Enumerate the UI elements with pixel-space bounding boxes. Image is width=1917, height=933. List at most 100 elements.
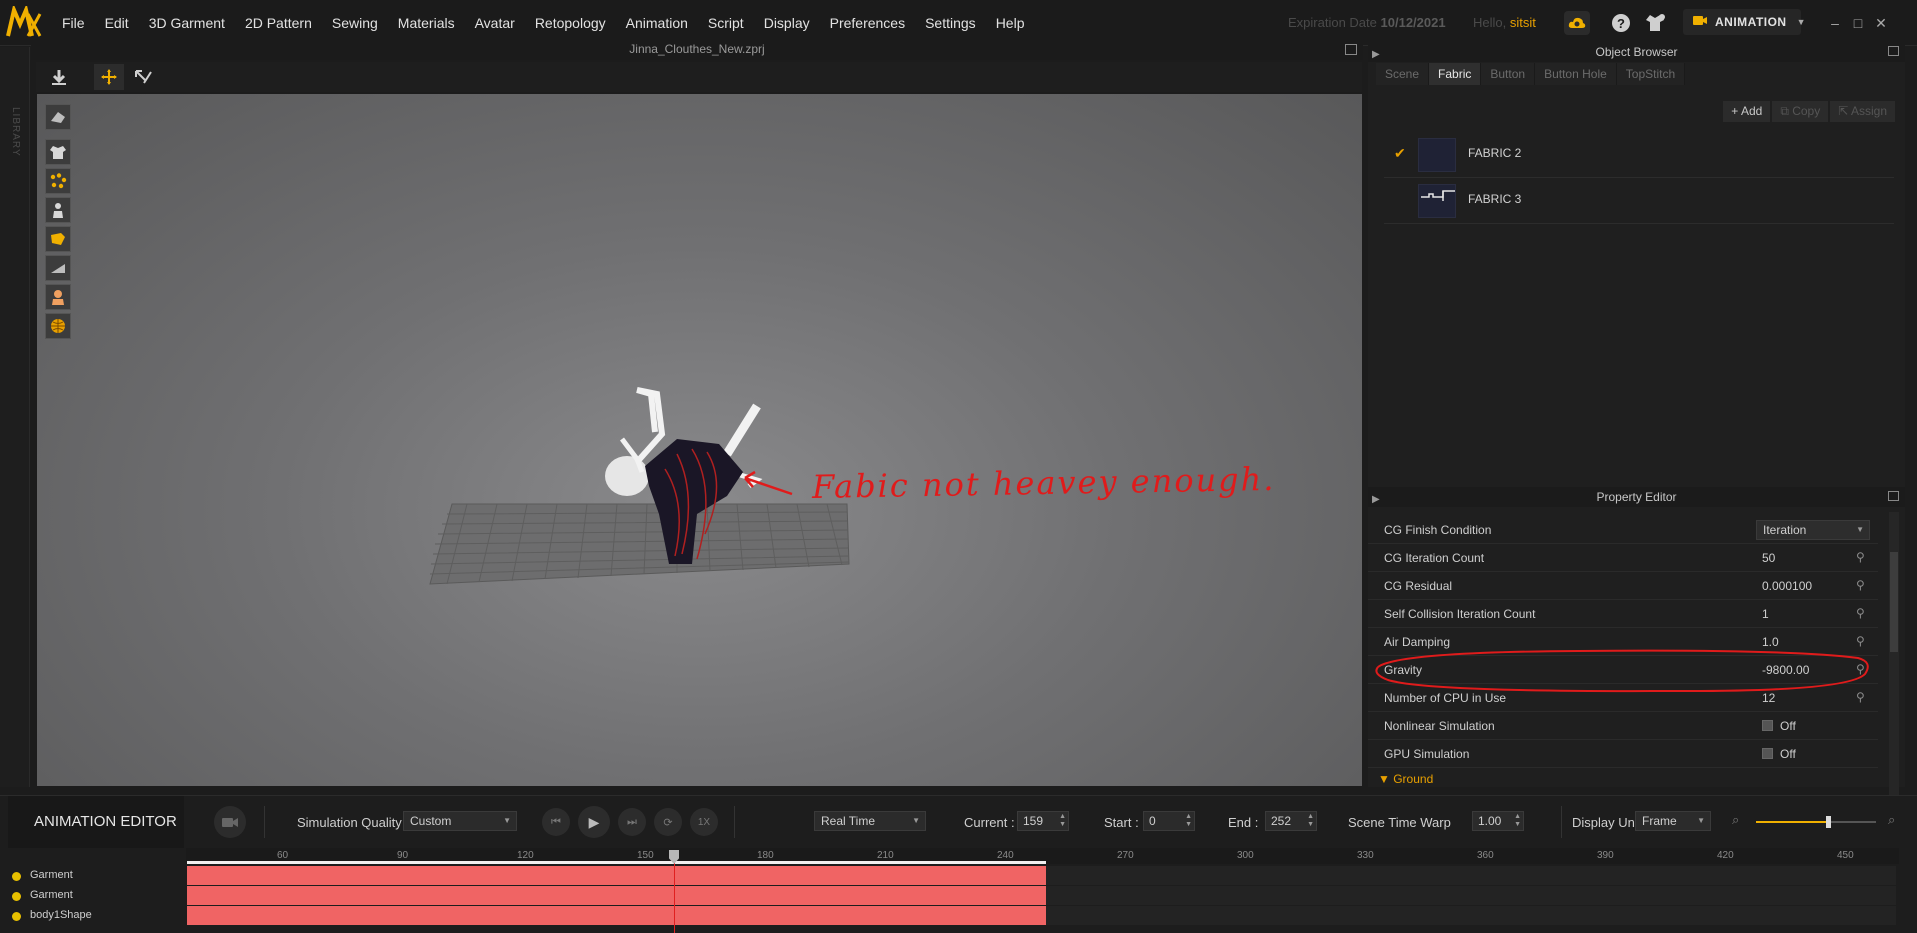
track-keyframe-range[interactable] [187, 906, 1046, 925]
menu-preferences[interactable]: Preferences [820, 15, 915, 31]
select-tool-icon[interactable] [128, 64, 158, 90]
cg-residual-field[interactable]: 0.000100 [1762, 579, 1812, 593]
pin-icon[interactable]: ⚲ [1856, 606, 1865, 620]
gpu-simulation-checkbox[interactable] [1762, 748, 1773, 759]
track-keyframe-range[interactable] [187, 886, 1046, 905]
menu-avatar[interactable]: Avatar [465, 15, 525, 31]
self-collision-iteration-field[interactable]: 1 [1762, 607, 1769, 621]
drop-tool-icon[interactable] [44, 64, 74, 90]
current-frame-input[interactable]: 159 ▲ ▼ [1017, 811, 1069, 831]
maximize-icon[interactable]: □ [1849, 14, 1867, 32]
copy-icon: ⧉ [1780, 104, 1793, 118]
environment-globe-icon[interactable] [45, 313, 71, 339]
username[interactable]: sitsit [1510, 15, 1536, 30]
track-row[interactable]: body1Shape [0, 906, 1917, 926]
prop-row-cg-finish-condition: CG Finish Condition Iteration ▼ [1368, 516, 1878, 544]
move-tool-icon[interactable] [94, 64, 124, 90]
3d-viewport[interactable]: Fabic not heavey enough. [37, 94, 1362, 786]
nonlinear-simulation-checkbox[interactable] [1762, 720, 1773, 731]
display-unit-select[interactable]: Frame ▼ [1635, 811, 1711, 831]
cg-iteration-count-field[interactable]: 50 [1762, 551, 1775, 565]
menu-file[interactable]: File [52, 15, 95, 31]
menu-settings[interactable]: Settings [915, 15, 986, 31]
menu-3d-garment[interactable]: 3D Garment [139, 15, 235, 31]
tab-scene[interactable]: Scene [1376, 63, 1430, 85]
tick-label: 330 [1357, 850, 1374, 861]
zoom-slider[interactable] [1756, 816, 1876, 828]
menu-materials[interactable]: Materials [388, 15, 465, 31]
loop-icon[interactable]: ⟳ [654, 808, 682, 836]
spin-arrows-icon[interactable]: ▲ ▼ [1185, 813, 1192, 829]
tick-label: 60 [277, 850, 289, 861]
track-row[interactable]: Garment [0, 886, 1917, 906]
prop-label: CG Finish Condition [1384, 523, 1492, 537]
zoom-out-icon[interactable]: ⌕ [1732, 812, 1739, 828]
scrollbar-thumb[interactable] [1890, 552, 1898, 652]
playback-mode-select[interactable]: Real Time ▼ [814, 811, 926, 831]
add-fabric-button[interactable]: + Add [1723, 101, 1771, 122]
start-frame-input[interactable]: 0 ▲ ▼ [1143, 811, 1195, 831]
track-keyframe-range[interactable] [187, 866, 1046, 885]
display-mode-icon[interactable] [45, 104, 71, 130]
pin-points-icon[interactable] [45, 168, 71, 194]
workspace-mode-button[interactable]: ANIMATION ▼ [1683, 9, 1806, 35]
tab-button[interactable]: Button [1481, 63, 1536, 85]
cg-finish-condition-select[interactable]: Iteration ▼ [1756, 520, 1870, 540]
zoom-slider-handle[interactable] [1826, 816, 1831, 828]
zoom-in-icon[interactable]: ⌕ [1888, 812, 1895, 828]
list-item[interactable]: FABRIC 3 [1384, 178, 1894, 224]
pin-icon[interactable]: ⚲ [1856, 550, 1865, 564]
track-empty-range [1046, 886, 1896, 905]
panel-expand-icon[interactable] [1888, 491, 1899, 501]
panel-expand-icon[interactable] [1888, 46, 1899, 56]
menu-2d-pattern[interactable]: 2D Pattern [235, 15, 322, 31]
help-icon[interactable]: ? [1608, 11, 1634, 35]
simulation-quality-select[interactable]: Custom ▼ [403, 811, 517, 831]
spin-arrows-icon[interactable]: ▲ ▼ [1307, 813, 1314, 829]
menu-sewing[interactable]: Sewing [322, 15, 388, 31]
menu-display[interactable]: Display [754, 15, 820, 31]
panel-pin-icon[interactable]: ▶ [1372, 45, 1380, 65]
close-icon[interactable]: ✕ [1872, 14, 1890, 32]
track-visibility-icon[interactable] [12, 892, 21, 901]
list-item[interactable]: ✔ FABRIC 2 [1384, 132, 1894, 178]
track-visibility-icon[interactable] [12, 872, 21, 881]
pin-icon[interactable]: ⚲ [1856, 578, 1865, 592]
menu-animation[interactable]: Animation [616, 15, 698, 31]
avatar-skin-icon[interactable] [45, 284, 71, 310]
tab-topstitch[interactable]: TopStitch [1616, 63, 1686, 85]
tab-fabric[interactable]: Fabric [1429, 63, 1482, 85]
shaded-view-icon[interactable] [45, 255, 71, 281]
spin-arrows-icon[interactable]: ▲ ▼ [1059, 813, 1066, 829]
viewport-expand-icon[interactable] [1345, 44, 1357, 55]
menu-retopology[interactable]: Retopology [525, 15, 616, 31]
play-icon[interactable]: ▶ [578, 806, 610, 838]
menu-help[interactable]: Help [986, 15, 1035, 31]
record-camera-icon[interactable] [214, 806, 246, 838]
tab-button-hole[interactable]: Button Hole [1535, 63, 1617, 85]
avatar-view-icon[interactable] [45, 197, 71, 223]
garment-view-icon[interactable] [45, 139, 71, 165]
prop-row-nonlinear-simulation: Nonlinear Simulation Off [1368, 712, 1878, 740]
cloud-sync-icon[interactable] [1564, 11, 1590, 35]
library-panel[interactable]: LIBRARY [0, 47, 30, 787]
copy-fabric-button[interactable]: ⧉ Copy [1772, 101, 1829, 122]
assign-fabric-button[interactable]: ⇱ Assign [1830, 101, 1895, 122]
texture-view-icon[interactable] [45, 226, 71, 252]
property-editor-scrollbar[interactable] [1889, 512, 1899, 812]
track-row[interactable]: Garment [0, 866, 1917, 886]
skip-start-icon[interactable]: ⏮ [542, 808, 570, 836]
end-frame-input[interactable]: 252 ▲ ▼ [1265, 811, 1317, 831]
spin-arrows-icon[interactable]: ▲ ▼ [1514, 813, 1521, 829]
3d-scene[interactable] [37, 94, 1362, 786]
track-visibility-icon[interactable] [12, 912, 21, 921]
minimize-icon[interactable]: – [1826, 14, 1844, 32]
playback-speed-button[interactable]: 1X [690, 808, 718, 836]
garment-notification-icon[interactable] [1642, 11, 1668, 35]
menu-edit[interactable]: Edit [95, 15, 139, 31]
ground-section-header[interactable]: ▼ Ground [1378, 772, 1433, 786]
skip-end-icon[interactable]: ⏭ [618, 808, 646, 836]
panel-pin-icon[interactable]: ▶ [1372, 490, 1380, 510]
menu-script[interactable]: Script [698, 15, 754, 31]
time-warp-input[interactable]: 1.00 ▲ ▼ [1472, 811, 1524, 831]
